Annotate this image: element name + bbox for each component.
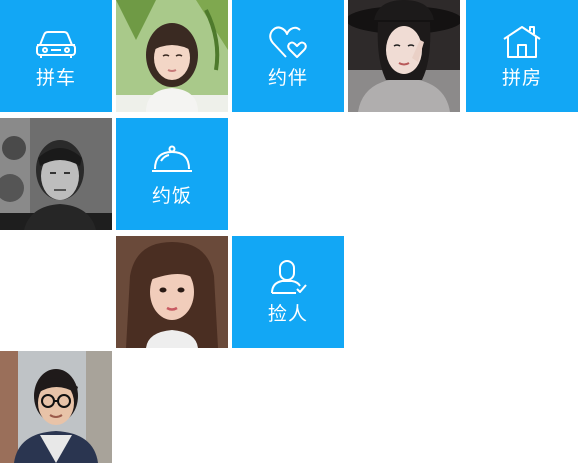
user-avatar-boy-glasses	[0, 351, 112, 463]
user-avatar-boy-grayscale	[0, 118, 112, 230]
category-tile-carpool[interactable]: 拼车	[0, 0, 112, 112]
dish-cloche-icon	[150, 141, 194, 179]
heart-icon	[266, 23, 310, 61]
house-icon	[500, 23, 544, 61]
category-label: 拼车	[35, 66, 76, 89]
category-tile-pickup[interactable]: 捡人	[232, 236, 344, 348]
profile-photo[interactable]	[116, 0, 228, 112]
category-label: 捡人	[267, 302, 308, 325]
user-avatar-girl-short-hair	[116, 0, 228, 112]
category-label: 拼房	[501, 66, 542, 89]
user-avatar-girl-black-hat	[348, 0, 460, 112]
car-icon	[34, 23, 78, 61]
category-tile-shared-room[interactable]: 拼房	[466, 0, 578, 112]
category-label: 约饭	[151, 184, 192, 207]
profile-photo[interactable]	[116, 236, 228, 348]
profile-photo[interactable]	[348, 0, 460, 112]
profile-photo[interactable]	[0, 351, 112, 463]
category-tile-dinner[interactable]: 约饭	[116, 118, 228, 230]
category-label: 约伴	[267, 66, 308, 89]
person-check-icon	[266, 259, 310, 297]
user-avatar-girl-long-hair	[116, 236, 228, 348]
profile-photo[interactable]	[0, 118, 112, 230]
category-tile-companion[interactable]: 约伴	[232, 0, 344, 112]
